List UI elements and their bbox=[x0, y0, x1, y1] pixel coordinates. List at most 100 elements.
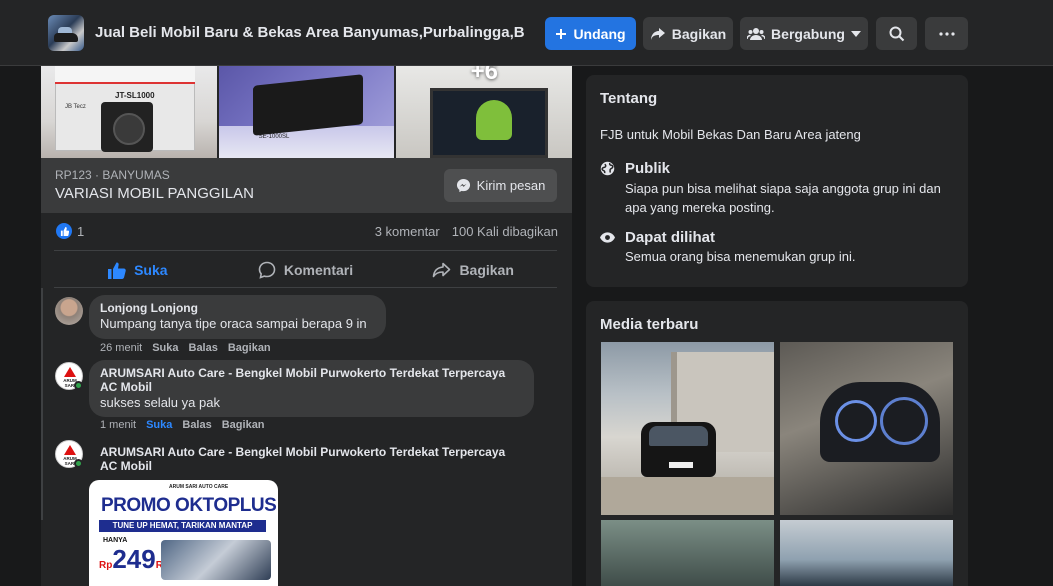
like-button[interactable]: Suka bbox=[54, 252, 222, 288]
comment-text: sukses selalu ya pak bbox=[100, 395, 220, 410]
promo-currency: Rp bbox=[99, 560, 113, 571]
post-photos: JT-SL1000 JB Tecz SE-1000SL +6 bbox=[41, 66, 573, 158]
promo-price-value: 249 bbox=[112, 544, 156, 574]
promo-only: HANYA bbox=[103, 537, 128, 544]
license-plate bbox=[669, 462, 693, 468]
send-message-label: Kirim pesan bbox=[476, 178, 546, 193]
comment-meta: 1 menit Suka Balas Bagikan bbox=[100, 419, 265, 431]
messenger-icon bbox=[456, 178, 470, 193]
amplifier-model-text: SE-1000SL bbox=[258, 134, 290, 140]
share-group-label: Bagikan bbox=[671, 25, 727, 42]
post-counts: 3 komentar 100 Kali dibagikan bbox=[375, 224, 558, 239]
share-icon bbox=[650, 27, 665, 40]
send-message-button[interactable]: Kirim pesan bbox=[444, 169, 557, 202]
invite-button[interactable]: Undang bbox=[545, 17, 636, 50]
share-button[interactable]: Bagikan bbox=[389, 252, 557, 288]
more-icon bbox=[938, 31, 955, 36]
join-label: Bergabung bbox=[771, 25, 845, 42]
reply-thread-line bbox=[41, 288, 43, 520]
comment-button[interactable]: Komentari bbox=[222, 252, 390, 288]
commenter-name[interactable]: ARUMSARI Auto Care - Bengkel Mobil Purwo… bbox=[100, 445, 520, 473]
share-arrow-icon bbox=[433, 262, 451, 278]
tachometer-gauge bbox=[880, 397, 928, 445]
online-status-dot bbox=[74, 381, 83, 390]
promo-headline: PROMO OKTOPLUS bbox=[101, 495, 277, 516]
about-card: Tentang FJB untuk Mobil Bekas Dan Baru A… bbox=[586, 75, 968, 287]
amplifier-box bbox=[218, 126, 395, 158]
commenter-avatar[interactable] bbox=[55, 297, 83, 325]
more-photos-count: +6 bbox=[470, 66, 499, 85]
arumsari-logo-icon bbox=[64, 445, 76, 455]
eye-icon bbox=[600, 232, 615, 243]
share-count[interactable]: 100 Kali dibagikan bbox=[452, 224, 558, 239]
post-actions: Suka Komentari Bagikan bbox=[54, 252, 557, 288]
comment-meta: 26 menit Suka Balas Bagikan bbox=[100, 342, 271, 354]
promo-engine-photo bbox=[161, 540, 271, 580]
promo-brand: ARUM SARI AUTO CARE bbox=[169, 484, 229, 490]
comment-like-link[interactable]: Suka bbox=[146, 419, 172, 431]
comment-bubble: Lonjong Lonjong Numpang tanya tipe oraca… bbox=[89, 295, 386, 339]
comment-reply-link[interactable]: Balas bbox=[189, 342, 218, 354]
comment-like-link[interactable]: Suka bbox=[152, 342, 178, 354]
commenter-name[interactable]: Lonjong Lonjong bbox=[100, 301, 374, 315]
share-group-button[interactable]: Bagikan bbox=[643, 17, 733, 50]
like-count[interactable]: 1 bbox=[77, 224, 84, 239]
more-options-button[interactable] bbox=[925, 17, 968, 50]
group-thumbnail[interactable] bbox=[48, 15, 84, 51]
post-photo-subwoofer[interactable]: JT-SL1000 JB Tecz bbox=[41, 66, 217, 158]
comment-bubble: ARUMSARI Auto Care - Bengkel Mobil Purwo… bbox=[89, 360, 534, 417]
online-status-dot bbox=[74, 459, 83, 468]
public-title: Publik bbox=[625, 160, 671, 177]
car-windshield bbox=[649, 426, 708, 446]
media-thumbnail[interactable] bbox=[601, 520, 774, 586]
actions-divider bbox=[54, 287, 557, 288]
comment-header: ARUMSARI Auto Care - Bengkel Mobil Purwo… bbox=[100, 445, 520, 473]
comment-reply-link[interactable]: Balas bbox=[182, 419, 211, 431]
media-thumbnail[interactable] bbox=[780, 520, 953, 586]
invite-label: Undang bbox=[573, 25, 626, 42]
recent-media-title: Media terbaru bbox=[600, 316, 699, 333]
like-label: Suka bbox=[134, 262, 168, 278]
comment-promo-image[interactable]: ARUM SARI AUTO CARE PROMO OKTOPLUS TUNE … bbox=[89, 480, 278, 586]
driveway bbox=[601, 477, 774, 515]
globe-icon bbox=[600, 161, 615, 176]
group-name[interactable]: Jual Beli Mobil Baru & Bekas Area Banyum… bbox=[95, 24, 525, 41]
plus-icon bbox=[556, 28, 567, 39]
public-description: Siapa pun bisa melihat siapa saja anggot… bbox=[625, 181, 941, 215]
thumbs-up-icon bbox=[108, 262, 126, 279]
group-icon bbox=[747, 27, 766, 40]
arumsari-logo-icon bbox=[64, 367, 76, 377]
comment-icon bbox=[258, 261, 276, 279]
post-stats: 1 3 komentar 100 Kali dibagikan bbox=[41, 213, 572, 251]
comment-time[interactable]: 26 menit bbox=[100, 342, 142, 354]
search-icon bbox=[889, 26, 904, 41]
about-description: FJB untuk Mobil Bekas Dan Baru Area jate… bbox=[600, 127, 861, 142]
listing-price-location: RP123 · BANYUMAS bbox=[55, 168, 170, 182]
commenter-name[interactable]: ARUMSARI Auto Care - Bengkel Mobil Purwo… bbox=[100, 366, 522, 394]
comment-share-link[interactable]: Bagikan bbox=[222, 419, 265, 431]
subwoofer-model-text: JT-SL1000 bbox=[115, 91, 155, 100]
comment-label: Komentari bbox=[283, 262, 354, 278]
group-header: Jual Beli Mobil Baru & Bekas Area Banyum… bbox=[0, 0, 1053, 66]
subwoofer-box-top bbox=[55, 66, 195, 84]
comment-time[interactable]: 1 menit bbox=[100, 419, 136, 431]
comment-text: Numpang tanya tipe oraca sampai berapa 9… bbox=[100, 316, 367, 331]
listing-title: VARIASI MOBIL PANGGILAN bbox=[55, 185, 254, 202]
marketplace-listing[interactable]: RP123 · BANYUMAS VARIASI MOBIL PANGGILAN… bbox=[41, 158, 572, 213]
about-title: Tentang bbox=[600, 90, 658, 107]
share-label: Bagikan bbox=[459, 262, 514, 278]
visible-description: Semua orang bisa menemukan grup ini. bbox=[625, 249, 856, 264]
media-thumbnail[interactable] bbox=[780, 342, 953, 515]
like-reaction-icon[interactable] bbox=[56, 223, 72, 239]
comment-share-link[interactable]: Bagikan bbox=[228, 342, 271, 354]
post-photo-amplifier[interactable]: SE-1000SL bbox=[218, 66, 395, 158]
subwoofer-speaker bbox=[101, 102, 153, 152]
join-button[interactable]: Bergabung bbox=[740, 17, 868, 50]
post-photo-head-unit[interactable]: +6 bbox=[396, 66, 573, 158]
search-button[interactable] bbox=[876, 17, 917, 50]
stats-divider bbox=[54, 250, 557, 251]
thumbnail-car bbox=[54, 33, 78, 42]
comment-count[interactable]: 3 komentar bbox=[375, 224, 440, 239]
promo-price: Rp249Rb bbox=[99, 544, 169, 575]
media-thumbnail[interactable] bbox=[601, 342, 774, 515]
